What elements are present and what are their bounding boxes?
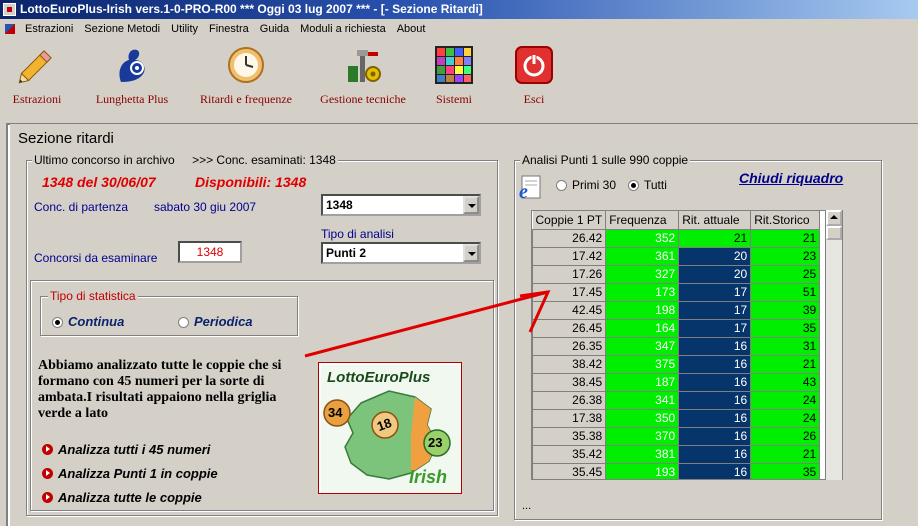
red-arrow-annotation (304, 290, 551, 358)
